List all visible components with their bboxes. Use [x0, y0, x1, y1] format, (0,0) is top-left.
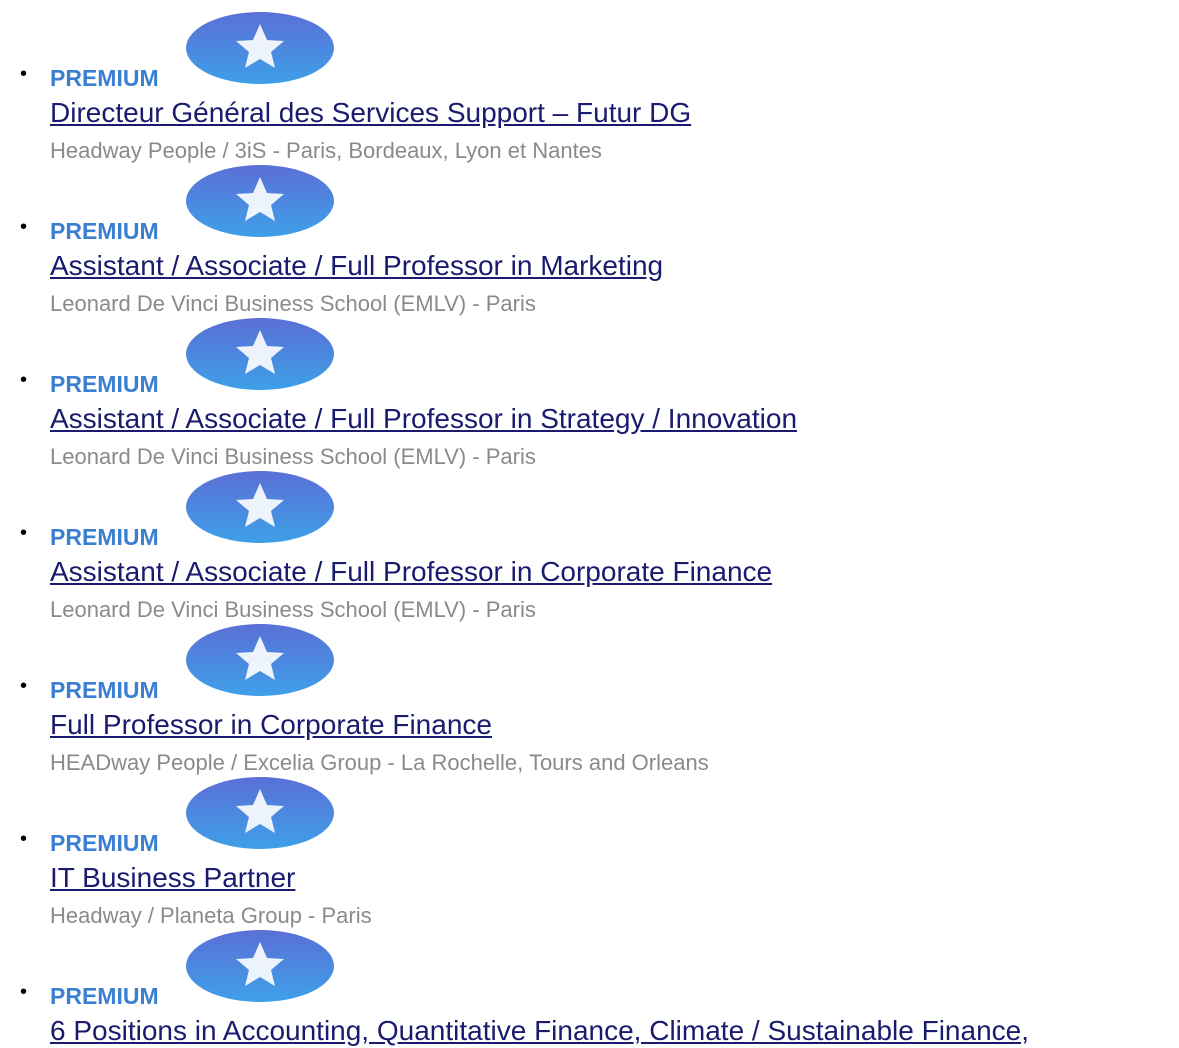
star-badge-icon: [186, 777, 334, 849]
list-bullet: •: [20, 216, 28, 238]
list-bullet: •: [20, 522, 28, 544]
star-badge-icon: [186, 318, 334, 390]
list-bullet: •: [20, 369, 28, 391]
list-bullet: •: [20, 828, 28, 850]
job-title-link[interactable]: 6 Positions in Accounting, Quantitative …: [50, 1015, 1029, 1047]
premium-label: PREMIUM: [50, 524, 159, 550]
premium-label: PREMIUM: [50, 830, 159, 856]
job-title-link[interactable]: Assistant / Associate / Full Professor i…: [50, 403, 797, 435]
premium-label: PREMIUM: [50, 371, 159, 397]
premium-label: PREMIUM: [50, 65, 159, 91]
job-list-item: • PREMIUM Assistant / Associate / Full P…: [0, 153, 1179, 316]
star-badge-icon: [186, 471, 334, 543]
job-list: • PREMIUM Directeur Général des Services…: [0, 0, 1179, 1048]
premium-label: PREMIUM: [50, 983, 159, 1009]
job-title-link[interactable]: IT Business Partner: [50, 862, 295, 894]
job-list-item: • PREMIUM Directeur Général des Services…: [0, 0, 1179, 163]
premium-label: PREMIUM: [50, 677, 159, 703]
star-badge-icon: [186, 12, 334, 84]
star-badge-icon: [186, 165, 334, 237]
job-title-link[interactable]: Assistant / Associate / Full Professor i…: [50, 556, 772, 588]
list-bullet: •: [20, 981, 28, 1003]
job-list-item: • PREMIUM IT Business Partner Headway / …: [0, 765, 1179, 928]
premium-label: PREMIUM: [50, 218, 159, 244]
job-list-item: • PREMIUM Assistant / Associate / Full P…: [0, 306, 1179, 469]
job-list-item: • PREMIUM Assistant / Associate / Full P…: [0, 459, 1179, 622]
job-title-link[interactable]: Full Professor in Corporate Finance: [50, 709, 492, 741]
job-title-link[interactable]: Directeur Général des Services Support –…: [50, 97, 691, 129]
star-badge-icon: [186, 930, 334, 1002]
job-list-item: • PREMIUM 6 Positions in Accounting, Qua…: [0, 918, 1179, 1048]
star-badge-icon: [186, 624, 334, 696]
job-title-link[interactable]: Assistant / Associate / Full Professor i…: [50, 250, 663, 282]
list-bullet: •: [20, 675, 28, 697]
list-bullet: •: [20, 63, 28, 85]
job-list-item: • PREMIUM Full Professor in Corporate Fi…: [0, 612, 1179, 775]
